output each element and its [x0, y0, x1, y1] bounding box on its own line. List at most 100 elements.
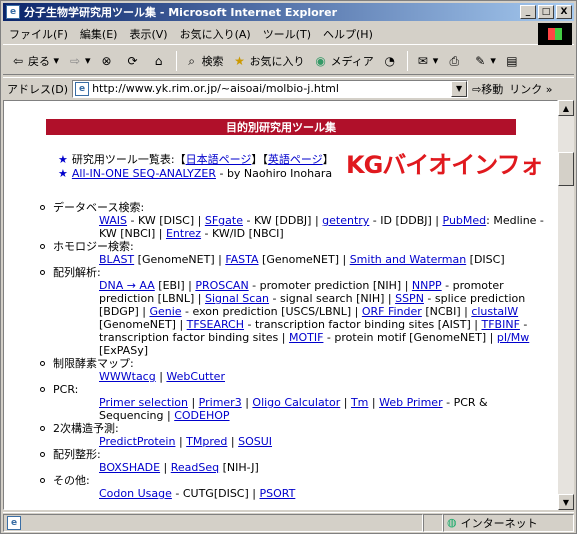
tool-link[interactable]: NNPP	[412, 279, 442, 292]
tool-link[interactable]: Smith and Waterman	[350, 253, 466, 266]
edit-button[interactable]: ✎ ▾	[469, 50, 499, 72]
tool-link[interactable]: WebCutter	[166, 370, 225, 383]
vertical-scrollbar[interactable]: ▲ ▼	[558, 100, 574, 510]
tool-link[interactable]: BOXSHADE	[99, 461, 160, 474]
menu-file[interactable]: ファイル(F)	[3, 26, 74, 42]
tool-description: - protein motif [GenomeNET] |	[323, 331, 497, 344]
scroll-up-button[interactable]: ▲	[558, 100, 574, 116]
stop-icon: ⊗	[101, 53, 112, 68]
tool-link[interactable]: BLAST	[99, 253, 134, 266]
tool-link[interactable]: clustalW	[471, 305, 518, 318]
tool-link[interactable]: CODEHOP	[174, 409, 229, 422]
page-banner: 目的別研究用ツール集	[46, 119, 516, 135]
refresh-button[interactable]: ⟳	[122, 50, 146, 72]
tool-link[interactable]: Primer selection	[99, 396, 188, 409]
category: その他: Codon Usage - CUTG[DISC] | PSORT	[40, 474, 550, 500]
tool-link[interactable]: WAIS	[99, 214, 127, 227]
all-in-one-link[interactable]: All-IN-ONE SEQ-ANALYZER	[72, 167, 216, 180]
category-title-text: 配列整形:	[53, 448, 101, 461]
category-body: DNA → AA [EBI] | PROSCAN - promoter pred…	[40, 279, 550, 357]
tool-link[interactable]: Entrez	[166, 227, 201, 240]
tool-link[interactable]: PSORT	[259, 487, 295, 500]
tool-link[interactable]: WWWtacg	[99, 370, 156, 383]
tool-link[interactable]: SSPN	[395, 292, 424, 305]
menu-help[interactable]: ヘルプ(H)	[317, 26, 379, 42]
tool-description: - transcription factor binding sites [AI…	[244, 318, 482, 331]
discuss-button[interactable]: ▤	[501, 50, 525, 72]
tool-link[interactable]: Primer3	[199, 396, 242, 409]
scroll-down-button[interactable]: ▼	[558, 494, 574, 510]
tool-description: |	[187, 396, 199, 409]
tool-link[interactable]: SFgate	[205, 214, 243, 227]
address-input[interactable]: e http://www.yk.rim.or.jp/~aisoai/molbio…	[72, 79, 469, 98]
tool-link[interactable]: TFBINF	[482, 318, 520, 331]
tool-link[interactable]: FASTA	[225, 253, 258, 266]
category: PCR: Primer selection | Primer3 | Oligo C…	[40, 383, 550, 422]
category-title: PCR:	[40, 383, 550, 396]
links-button[interactable]: リンク »	[509, 81, 552, 97]
tool-link[interactable]: TMpred	[186, 435, 227, 448]
favorites-button[interactable]: ★ お気に入り	[229, 50, 308, 72]
stop-button[interactable]: ⊗	[96, 50, 120, 72]
close-button[interactable]: X	[556, 5, 572, 19]
history-button[interactable]: ◔	[379, 50, 403, 72]
english-page-link[interactable]: 英語ページ	[268, 153, 323, 166]
tool-link[interactable]: ORF Finder	[362, 305, 422, 318]
tool-description: |	[175, 435, 187, 448]
mail-button[interactable]: ✉ ▾	[412, 50, 442, 72]
menu-view[interactable]: 表示(V)	[123, 26, 173, 42]
maximize-button[interactable]: □	[538, 5, 554, 19]
tool-link[interactable]: Oligo Calculator	[252, 396, 340, 409]
favorites-label: お気に入り	[249, 54, 305, 68]
tool-description: - ID [DDBJ] |	[369, 214, 443, 227]
japanese-page-link[interactable]: 日本語ページ	[186, 153, 252, 166]
tool-link[interactable]: pI/Mw	[497, 331, 529, 344]
print-button[interactable]: ⎙	[443, 50, 467, 72]
go-arrow-icon: ⇨	[472, 82, 482, 96]
tool-link[interactable]: Signal Scan	[205, 292, 269, 305]
globe-icon: ◍	[447, 516, 457, 529]
tool-link[interactable]: Tm	[351, 396, 368, 409]
category-title: 配列解析:	[40, 266, 550, 279]
category-title: 制限酵素マップ:	[40, 357, 550, 370]
tool-link[interactable]: PredictProtein	[99, 435, 175, 448]
media-label: メディア	[330, 54, 374, 68]
scroll-thumb[interactable]	[558, 152, 574, 186]
tool-link[interactable]: ReadSeq	[171, 461, 219, 474]
tool-link[interactable]: Genie	[149, 305, 181, 318]
home-button[interactable]: ⌂	[148, 50, 172, 72]
tool-description: - signal search [NIH] |	[269, 292, 396, 305]
tool-description: - KW [DDBJ] |	[242, 214, 323, 227]
tool-link[interactable]: PROSCAN	[195, 279, 248, 292]
search-icon: ⌕	[188, 53, 195, 68]
tool-description: [DISC]	[466, 253, 505, 266]
minimize-button[interactable]: _	[520, 5, 536, 19]
tool-description: - promoter prediction [NIH] |	[248, 279, 412, 292]
tool-description: [GenomeNET] |	[99, 318, 187, 331]
tool-link[interactable]: Web Primer	[379, 396, 443, 409]
forward-arrow-icon: ⇨	[70, 53, 81, 68]
tool-link[interactable]: DNA → AA	[99, 279, 155, 292]
menu-edit[interactable]: 編集(E)	[74, 26, 124, 42]
tool-link[interactable]: MOTIF	[289, 331, 323, 344]
tool-link[interactable]: getentry	[322, 214, 369, 227]
intro-mid: 】【	[251, 153, 268, 166]
tool-link[interactable]: TFSEARCH	[187, 318, 244, 331]
go-button[interactable]: ⇨移動	[472, 81, 503, 97]
home-icon: ⌂	[154, 53, 163, 68]
forward-button[interactable]: ⇨ ▾	[64, 50, 94, 72]
tool-link[interactable]: PubMed	[443, 214, 487, 227]
category-title-text: ホモロジー検索:	[53, 240, 134, 253]
menu-favorites[interactable]: お気に入り(A)	[174, 26, 257, 42]
search-button[interactable]: ⌕ 検索	[181, 50, 227, 72]
links-label: リンク	[509, 82, 543, 96]
circle-bullet-icon	[40, 270, 45, 275]
tool-description: - KW/ID [NBCI]	[201, 227, 284, 240]
tool-link[interactable]: Codon Usage	[99, 487, 172, 500]
menu-tools[interactable]: ツール(T)	[257, 26, 317, 42]
address-dropdown-button[interactable]: ▼	[451, 80, 468, 97]
tool-link[interactable]: SOSUI	[238, 435, 272, 448]
media-button[interactable]: ◉ メディア	[310, 50, 377, 72]
status-bar: e ◍ インターネット	[3, 512, 574, 532]
back-button[interactable]: ⇦ 戻る ▾	[7, 50, 62, 72]
